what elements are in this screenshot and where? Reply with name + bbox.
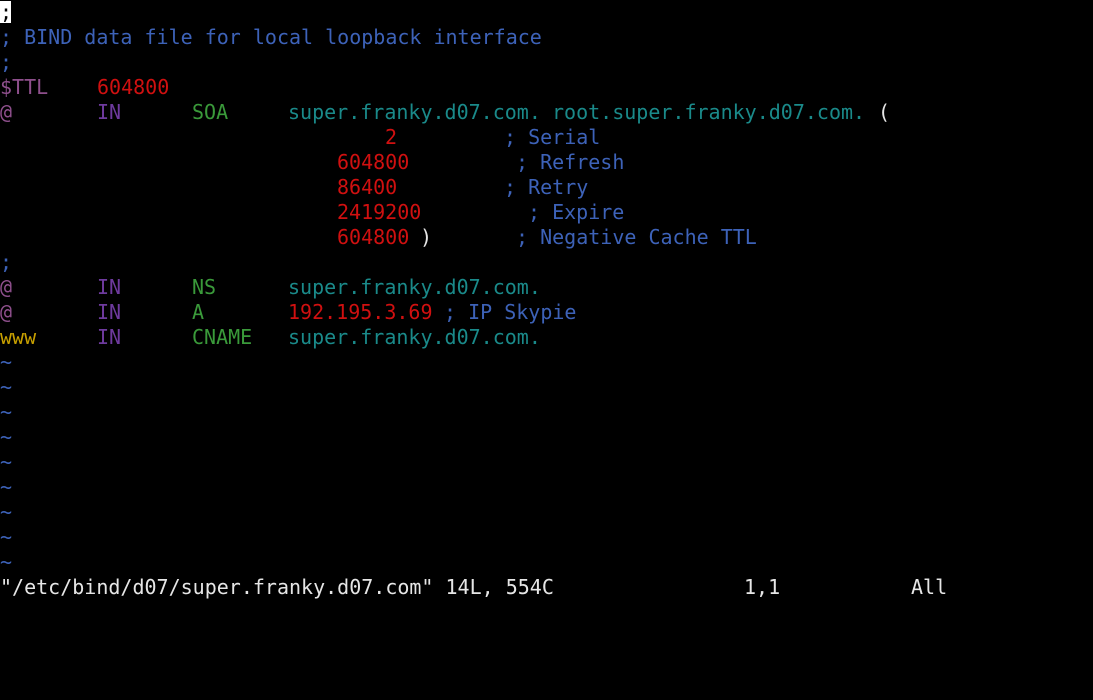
record-type: NS — [192, 275, 217, 299]
serial-comment: ; Serial — [504, 125, 601, 149]
ttl-value: 604800 — [97, 75, 170, 99]
editor-line-6[interactable]: 2 ; Serial — [0, 125, 600, 150]
ttl-directive: $TTL — [0, 75, 49, 99]
empty-line-marker: ~ — [0, 550, 13, 574]
a-record-comment: ; IP Skypie — [444, 300, 577, 324]
close-paren: ) — [420, 225, 433, 249]
record-owner: @ — [0, 275, 13, 299]
serial-value: 2 — [385, 125, 398, 149]
scroll-indicator: All — [911, 575, 948, 599]
editor-line-12[interactable]: @ IN NS super.franky.d07.com. — [0, 275, 541, 300]
empty-line-marker: ~ — [0, 425, 13, 449]
record-owner: @ — [0, 100, 13, 124]
editor-line-8[interactable]: 86400 ; Retry — [0, 175, 588, 200]
record-type: SOA — [192, 100, 229, 124]
editor-line-13[interactable]: @ IN A 192.195.3.69 ; IP Skypie — [0, 300, 576, 325]
expire-value: 2419200 — [337, 200, 422, 224]
empty-line-marker: ~ — [0, 375, 13, 399]
editor-line-4[interactable]: $TTL 604800 — [0, 75, 169, 100]
editor-line-5[interactable]: @ IN SOA super.franky.d07.com. root.supe… — [0, 100, 890, 125]
editor-line-1[interactable]: ; — [0, 0, 48, 25]
comment-marker: ; — [0, 50, 13, 74]
open-paren: ( — [878, 100, 891, 124]
a-record-ip: 192.195.3.69 — [288, 300, 433, 324]
editor-line-14[interactable]: www IN CNAME super.franky.d07.com. — [0, 325, 541, 350]
cursor-position: 1,1 — [744, 575, 781, 599]
cursor: ; — [0, 0, 13, 25]
empty-line-marker: ~ — [0, 400, 13, 424]
empty-line-marker: ~ — [0, 450, 13, 474]
record-class: IN — [97, 300, 122, 324]
soa-rname: root.super.franky.d07.com. — [552, 100, 866, 124]
soa-mname: super.franky.d07.com. — [288, 100, 541, 124]
editor-line-11[interactable]: ; — [0, 250, 48, 275]
editor-line-7[interactable]: 604800 ; Refresh — [0, 150, 624, 175]
empty-line-marker: ~ — [0, 500, 13, 524]
record-class: IN — [97, 100, 122, 124]
empty-line-marker: ~ — [0, 475, 13, 499]
comment-text: ; BIND data file for local loopback inte… — [0, 25, 542, 49]
comment-marker: ; — [0, 250, 13, 274]
record-type: A — [192, 300, 205, 324]
retry-comment: ; Retry — [504, 175, 589, 199]
file-info: "/etc/bind/d07/super.franky.d07.com" 14L… — [0, 575, 554, 599]
refresh-comment: ; Refresh — [516, 150, 625, 174]
editor-line-3[interactable]: ; — [0, 50, 48, 75]
empty-line-marker: ~ — [0, 350, 13, 374]
negative-ttl-value: 604800 — [337, 225, 410, 249]
refresh-value: 604800 — [337, 150, 410, 174]
retry-value: 86400 — [337, 175, 398, 199]
negative-ttl-comment: ; Negative Cache TTL — [516, 225, 757, 249]
record-type: CNAME — [192, 325, 253, 349]
record-owner: @ — [0, 300, 13, 324]
empty-line-marker: ~ — [0, 525, 13, 549]
cursor-char: ; — [0, 0, 13, 24]
status-bar: "/etc/bind/d07/super.franky.d07.com" 14L… — [0, 575, 947, 600]
record-owner: www — [0, 325, 37, 349]
editor-line-9[interactable]: 2419200 ; Expire — [0, 200, 624, 225]
editor-line-10[interactable]: 604800 ) ; Negative Cache TTL — [0, 225, 757, 250]
editor-line-2[interactable]: ; BIND data file for local loopback inte… — [0, 25, 542, 50]
record-class: IN — [97, 275, 122, 299]
expire-comment: ; Expire — [528, 200, 625, 224]
ns-data: super.franky.d07.com. — [288, 275, 541, 299]
cname-data: super.franky.d07.com. — [288, 325, 541, 349]
record-class: IN — [97, 325, 122, 349]
vim-editor[interactable]: ; ; BIND data file for local loopback in… — [0, 0, 1093, 632]
